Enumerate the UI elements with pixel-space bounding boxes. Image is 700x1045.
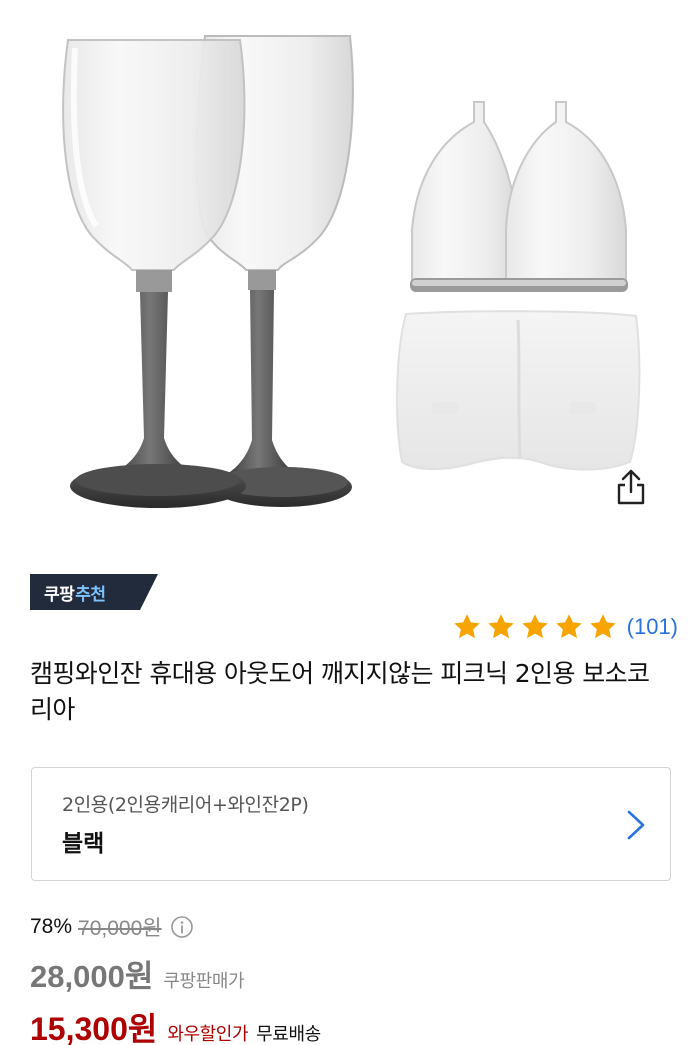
- wow-price-label: 와우할인가: [167, 1024, 249, 1045]
- rating[interactable]: (101): [451, 612, 678, 642]
- original-price: 70,000원: [78, 917, 162, 940]
- badge-prefix: 쿠팡: [44, 584, 75, 605]
- badge-accent: 추천: [75, 584, 106, 605]
- badge-label: 쿠팡추천: [30, 580, 106, 605]
- star-icon: [453, 614, 480, 639]
- star-icon: [487, 614, 514, 639]
- rating-count[interactable]: (101): [627, 614, 678, 640]
- share-button[interactable]: [614, 468, 662, 516]
- product-image[interactable]: [0, 0, 700, 548]
- carrying-case: [396, 310, 641, 471]
- option-selected: 블랙: [62, 831, 105, 857]
- star-icon: [589, 614, 616, 639]
- wow-price: 15,300원: [30, 1011, 158, 1045]
- wine-glass-front: [62, 38, 246, 508]
- sale-price-label: 쿠팡판매가: [163, 971, 245, 992]
- shipping-label: 무료배송: [256, 1024, 321, 1045]
- star-icon: [521, 614, 548, 639]
- option-subtitle: 2인용(2인용캐리어+와인잔2P): [62, 794, 309, 816]
- star-icon: [555, 614, 582, 639]
- chevron-right-icon: [627, 810, 645, 840]
- cups-packed: [410, 101, 628, 292]
- sale-price-row: 28,000원 쿠팡판매가: [30, 951, 245, 996]
- product-title: 캠핑와인잔 휴대용 아웃도어 깨지지않는 피크닉 2인용 보소코리아: [30, 659, 650, 724]
- sale-price: 28,000원: [30, 959, 154, 994]
- discount-percent: 78%: [30, 915, 73, 938]
- discount-row: 78% 70,000원: [30, 912, 194, 942]
- product-photo: [62, 34, 641, 508]
- wow-price-row: 15,300원 와우할인가 무료배송: [30, 1004, 321, 1045]
- info-icon[interactable]: [170, 915, 194, 939]
- rating-stars: [451, 612, 621, 642]
- coupang-recommend-badge: 쿠팡추천: [30, 574, 158, 610]
- share-icon: [617, 469, 645, 505]
- option-selector[interactable]: 2인용(2인용캐리어+와인잔2P) 블랙: [31, 767, 671, 881]
